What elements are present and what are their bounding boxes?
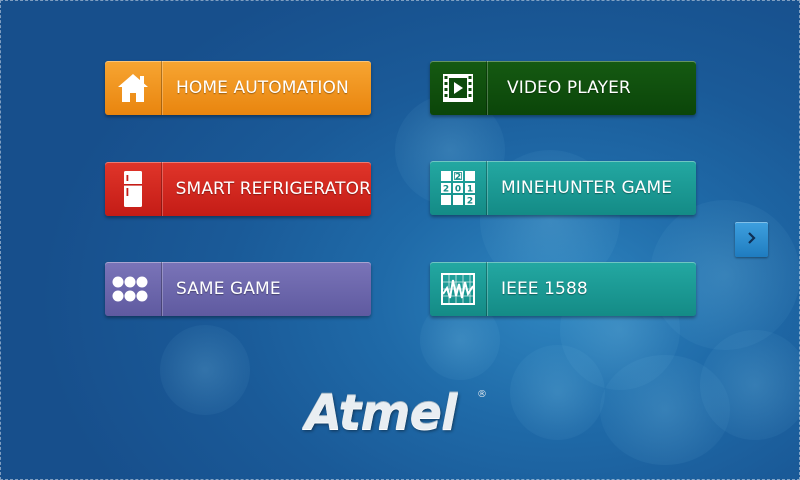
refrigerator-icon — [105, 162, 162, 216]
home-automation-button[interactable]: HOME AUTOMATION — [105, 61, 371, 115]
minesweeper-grid-icon: 2 2 0 1 2 — [430, 161, 487, 215]
minegrid-cell: 2 — [443, 184, 449, 194]
logo-text: Atmel — [305, 385, 457, 441]
same-game-label: SAME GAME — [176, 279, 281, 299]
video-player-label: VIDEO PLAYER — [507, 78, 631, 98]
next-page-button[interactable] — [735, 222, 768, 257]
minehunter-game-button[interactable]: 2 2 0 1 2 MINEHUNTER GAME — [430, 161, 696, 215]
minegrid-cell: 2 — [455, 172, 461, 182]
chevron-right-icon — [746, 230, 758, 249]
same-game-button[interactable]: SAME GAME — [105, 262, 371, 316]
ieee-1588-label: IEEE 1588 — [501, 279, 588, 299]
minegrid-cell: 0 — [455, 184, 461, 194]
home-automation-label: HOME AUTOMATION — [176, 78, 349, 98]
minegrid-cell: 1 — [467, 184, 473, 194]
minegrid-cell: 2 — [467, 196, 473, 206]
film-play-icon — [430, 61, 487, 115]
waveform-chart-icon — [430, 262, 487, 316]
video-player-button[interactable]: VIDEO PLAYER — [430, 61, 696, 115]
house-icon — [105, 61, 162, 115]
home-screen: HOME AUTOMATION VIDEO PLAYER SMART REFRI… — [0, 0, 800, 480]
registered-mark: ® — [477, 389, 487, 400]
smart-refrigerator-button[interactable]: SMART REFRIGERATOR — [105, 162, 371, 216]
minehunter-game-label: MINEHUNTER GAME — [501, 178, 673, 198]
ieee-1588-button[interactable]: IEEE 1588 — [430, 262, 696, 316]
atmel-logo: Atmel ® — [305, 385, 495, 445]
dots-grid-icon — [105, 262, 162, 316]
smart-refrigerator-label: SMART REFRIGERATOR — [175, 179, 371, 199]
